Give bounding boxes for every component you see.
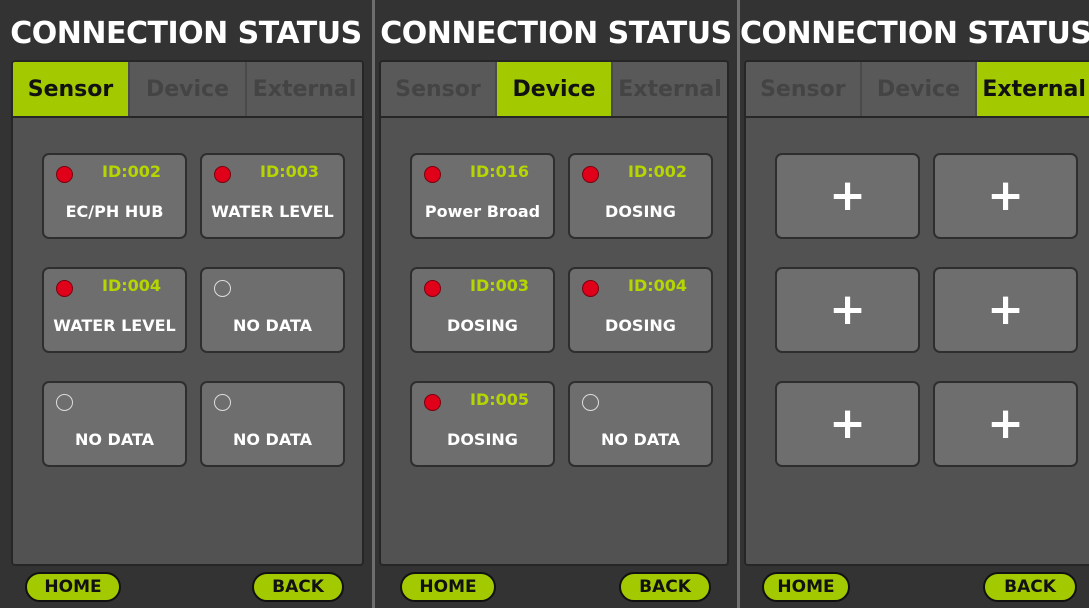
card-id: ID:003 [259, 162, 320, 181]
sensor-card[interactable]: NO DATA [200, 267, 345, 353]
tab-device[interactable]: Device [862, 62, 978, 116]
panel-device: CONNECTION STATUS Sensor Device External… [375, 0, 737, 608]
add-device-button[interactable]: + [933, 267, 1078, 353]
plus-icon: + [829, 170, 866, 221]
external-grid: + + + + + + [775, 153, 1078, 467]
device-card[interactable]: ID:004 DOSING [568, 267, 713, 353]
card-name: NO DATA [232, 316, 313, 335]
sensor-card[interactable]: ID:002 EC/PH HUB [42, 153, 187, 239]
add-device-button[interactable]: + [933, 153, 1078, 239]
home-button[interactable]: HOME [400, 572, 496, 602]
card-id: ID:002 [627, 162, 688, 181]
sensor-card[interactable]: ID:004 WATER LEVEL [42, 267, 187, 353]
panel-external: CONNECTION STATUS Sensor Device External… [740, 0, 1089, 608]
status-dot-icon [582, 166, 599, 183]
card-name: NO DATA [232, 430, 313, 449]
add-device-button[interactable]: + [775, 381, 920, 467]
sensor-card[interactable]: NO DATA [200, 381, 345, 467]
status-dot-icon [424, 280, 441, 297]
card-id: ID:003 [469, 276, 530, 295]
tab-sensor[interactable]: Sensor [13, 62, 130, 116]
add-device-button[interactable]: + [775, 267, 920, 353]
tab-sensor[interactable]: Sensor [381, 62, 497, 116]
content-area: Sensor Device External ID:002 EC/PH HUB … [11, 60, 364, 566]
card-name: DOSING [605, 202, 676, 221]
plus-icon: + [829, 284, 866, 335]
device-grid: ID:016 Power Broad ID:002 DOSING ID:003 … [410, 153, 713, 467]
tab-external[interactable]: External [977, 62, 1089, 116]
card-name: WATER LEVEL [53, 316, 176, 335]
plus-icon: + [829, 398, 866, 449]
page-title: CONNECTION STATUS [380, 16, 732, 51]
card-name: DOSING [605, 316, 676, 335]
tab-bar: Sensor Device External [381, 62, 727, 118]
back-button[interactable]: BACK [252, 572, 344, 602]
sensor-grid: ID:002 EC/PH HUB ID:003 WATER LEVEL ID:0… [42, 153, 345, 467]
tab-bar: Sensor Device External [13, 62, 362, 118]
tab-device[interactable]: Device [130, 62, 247, 116]
status-dot-icon [582, 280, 599, 297]
panel-sensor: CONNECTION STATUS Sensor Device External… [0, 0, 372, 608]
card-id: ID:016 [469, 162, 530, 181]
plus-icon: + [987, 170, 1024, 221]
status-dot-icon [424, 166, 441, 183]
card-name: DOSING [447, 316, 518, 335]
card-name: EC/PH HUB [65, 202, 164, 221]
card-name: DOSING [447, 430, 518, 449]
plus-icon: + [987, 398, 1024, 449]
tab-device[interactable]: Device [497, 62, 613, 116]
add-device-button[interactable]: + [775, 153, 920, 239]
tab-external[interactable]: External [613, 62, 727, 116]
back-button[interactable]: BACK [983, 572, 1077, 602]
card-name: NO DATA [74, 430, 155, 449]
card-id: ID:004 [627, 276, 688, 295]
sensor-card[interactable]: ID:003 WATER LEVEL [200, 153, 345, 239]
content-area: Sensor Device External + + + + + + [744, 60, 1089, 566]
status-dot-icon [424, 394, 441, 411]
sensor-card[interactable]: NO DATA [42, 381, 187, 467]
tab-sensor[interactable]: Sensor [746, 62, 862, 116]
device-card[interactable]: ID:003 DOSING [410, 267, 555, 353]
home-button[interactable]: HOME [25, 572, 121, 602]
status-dot-icon [56, 280, 73, 297]
add-device-button[interactable]: + [933, 381, 1078, 467]
home-button[interactable]: HOME [762, 572, 850, 602]
device-card[interactable]: ID:005 DOSING [410, 381, 555, 467]
card-id: ID:002 [101, 162, 162, 181]
card-name: NO DATA [600, 430, 681, 449]
content-area: Sensor Device External ID:016 Power Broa… [379, 60, 729, 566]
device-card[interactable]: NO DATA [568, 381, 713, 467]
plus-icon: + [987, 284, 1024, 335]
card-id: ID:005 [469, 390, 530, 409]
tab-external[interactable]: External [247, 62, 362, 116]
card-id: ID:004 [101, 276, 162, 295]
status-dot-icon [582, 394, 599, 411]
device-card[interactable]: ID:002 DOSING [568, 153, 713, 239]
status-dot-icon [214, 394, 231, 411]
card-name: WATER LEVEL [211, 202, 334, 221]
device-card[interactable]: ID:016 Power Broad [410, 153, 555, 239]
card-name: Power Broad [424, 202, 541, 221]
status-dot-icon [214, 166, 231, 183]
page-title: CONNECTION STATUS [10, 16, 362, 51]
status-dot-icon [56, 166, 73, 183]
page-title: CONNECTION STATUS [740, 16, 1089, 51]
status-dot-icon [214, 280, 231, 297]
tab-bar: Sensor Device External [746, 62, 1089, 118]
status-dot-icon [56, 394, 73, 411]
back-button[interactable]: BACK [619, 572, 711, 602]
